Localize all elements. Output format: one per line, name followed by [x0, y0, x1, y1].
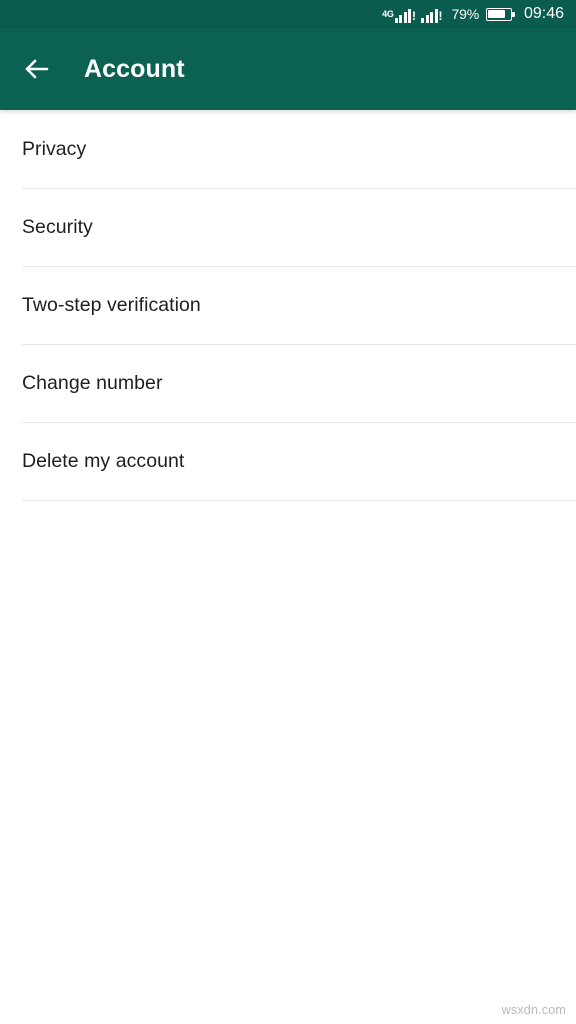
- sim2-network-indicator: !: [421, 6, 443, 23]
- list-item-label: Security: [22, 216, 93, 238]
- clock-label: 09:46: [523, 5, 564, 22]
- list-item-label: Delete my account: [22, 450, 185, 472]
- list-item-delete-my-account[interactable]: Delete my account: [0, 423, 576, 500]
- list-item-label: Change number: [22, 372, 163, 394]
- battery-percent-label: 79%: [451, 6, 480, 22]
- signal-bars-icon-2: [421, 8, 438, 23]
- battery-icon: [485, 7, 515, 21]
- list-item-security[interactable]: Security: [0, 189, 576, 266]
- arrow-left-icon: [22, 54, 52, 84]
- watermark: wsxdn.com: [501, 1003, 566, 1017]
- account-settings-list: Privacy Security Two-step verification C…: [0, 110, 576, 501]
- sim1-network-indicator: 4G !: [382, 6, 416, 23]
- list-item-change-number[interactable]: Change number: [0, 345, 576, 422]
- status-bar: 4G ! ! 79% 09:46: [0, 0, 576, 28]
- list-item-label: Privacy: [22, 138, 87, 160]
- status-bar-right-cluster: 4G ! ! 79% 09:46: [382, 0, 564, 28]
- signal-bars-icon: [394, 8, 412, 23]
- list-item-label: Two-step verification: [22, 294, 201, 316]
- list-item-privacy[interactable]: Privacy: [0, 111, 576, 188]
- sim2-alert-icon: !: [438, 8, 443, 23]
- network-type-label: 4G: [382, 8, 394, 19]
- back-button[interactable]: [22, 52, 56, 86]
- list-divider: [22, 500, 576, 501]
- app-bar: Account: [0, 28, 576, 110]
- page-title: Account: [84, 54, 185, 83]
- sim1-alert-icon: !: [412, 8, 417, 23]
- list-item-two-step-verification[interactable]: Two-step verification: [0, 267, 576, 344]
